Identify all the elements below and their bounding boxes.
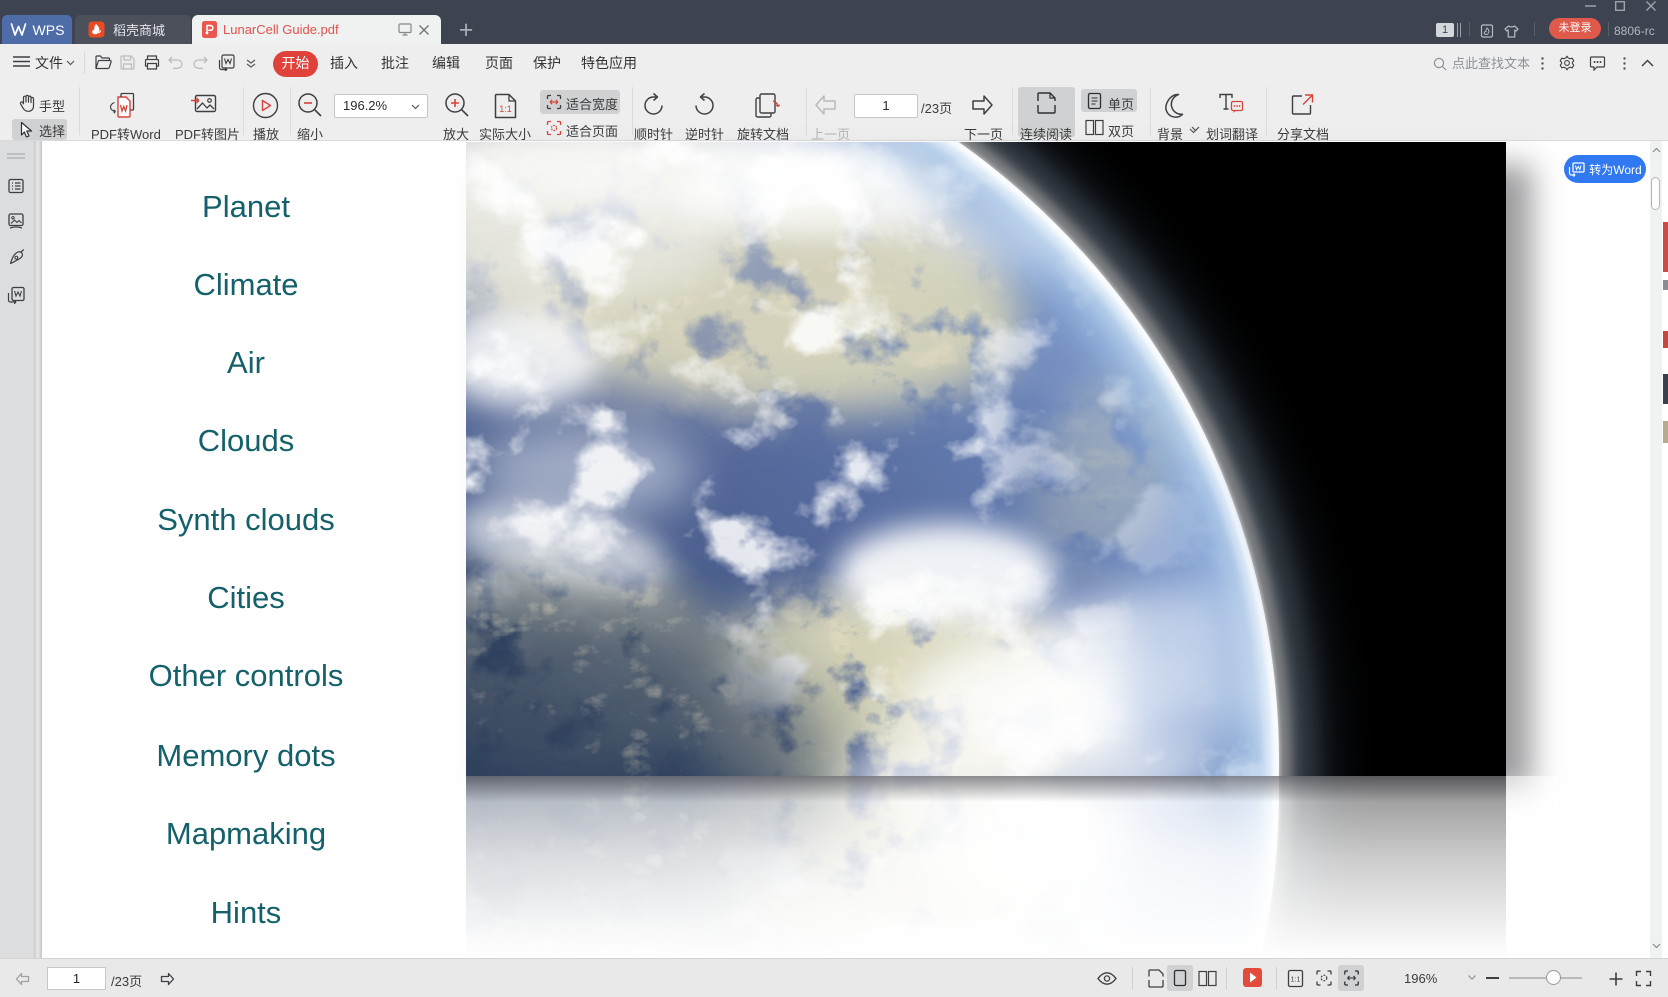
svg-text:1:1: 1:1	[1291, 977, 1301, 984]
svg-text:1:1: 1:1	[499, 104, 512, 114]
